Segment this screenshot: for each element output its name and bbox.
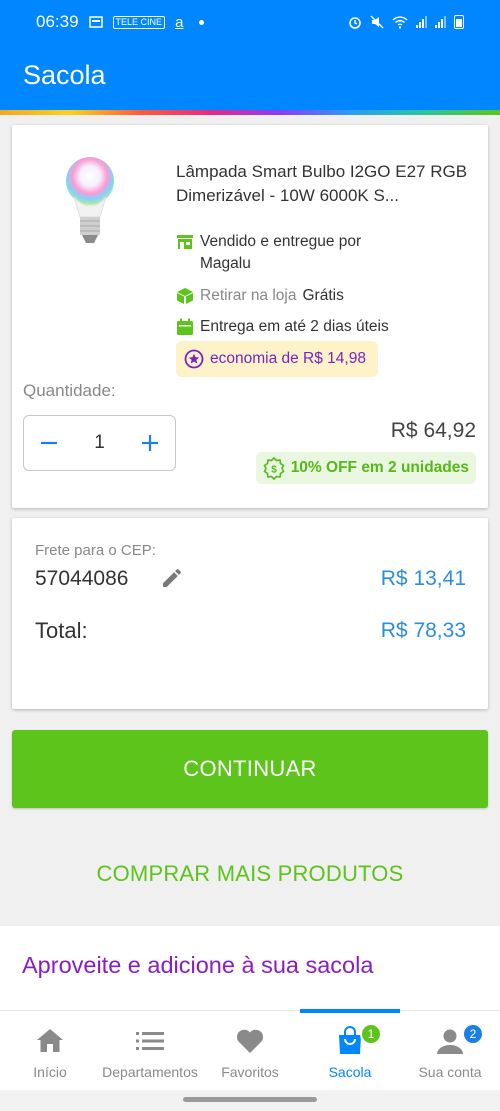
signal-1-icon xyxy=(416,16,427,28)
nav-item-home[interactable]: Início xyxy=(0,1011,100,1090)
app-header: Sacola xyxy=(0,44,500,110)
total-price: R$ 78,33 xyxy=(380,619,466,642)
product-price: R$ 64,92 xyxy=(390,419,476,442)
list-icon xyxy=(136,1032,164,1050)
nav-item-departments[interactable]: Departamentos xyxy=(100,1011,200,1090)
pickup-label: Retirar na loja xyxy=(200,287,297,304)
suggestions-section: Aproveite e adicione à sua sacola xyxy=(0,926,500,1016)
nav-label-departments: Departamentos xyxy=(102,1064,198,1080)
gallery-icon xyxy=(88,16,103,28)
status-time: 06:39 xyxy=(36,12,79,31)
gesture-area xyxy=(0,1090,500,1111)
status-bar: 06:39 TELE CINE a xyxy=(0,0,500,44)
promo-badge: $ 10% OFF em 2 unidades xyxy=(255,452,476,484)
product-image[interactable] xyxy=(60,155,120,255)
discount-tag-icon: $ xyxy=(263,456,285,480)
notification-dot-icon xyxy=(199,19,205,25)
nav-label-favorites: Favoritos xyxy=(221,1064,279,1080)
product-card: Lâmpada Smart Bulbo I2GO E27 RGB Dimeriz… xyxy=(12,125,488,508)
home-gesture-bar[interactable] xyxy=(183,1097,317,1102)
buy-more-button[interactable]: COMPRAR MAIS PRODUTOS xyxy=(0,852,500,896)
product-name[interactable]: Lâmpada Smart Bulbo I2GO E27 RGB Dimeriz… xyxy=(176,160,476,208)
account-notification-badge: 2 xyxy=(462,1023,484,1045)
promo-text: 10% OFF em 2 unidades xyxy=(290,459,469,476)
nav-item-account[interactable]: 2 Sua conta xyxy=(400,1011,500,1090)
package-icon xyxy=(177,288,193,304)
amazon-icon: a xyxy=(175,13,184,31)
user-icon xyxy=(437,1029,463,1054)
delivery-text: Entrega em até 2 dias úteis xyxy=(200,318,389,335)
quantity-label: Quantidade: xyxy=(23,381,116,400)
heart-icon xyxy=(236,1029,264,1053)
freight-card: Frete para o CEP: 57044086 R$ 13,41 Tota… xyxy=(12,518,488,709)
continue-button[interactable]: CONTINUAR xyxy=(12,730,488,808)
quantity-value[interactable]: 1 xyxy=(94,432,105,454)
status-left: 06:39 TELE CINE a xyxy=(36,12,205,32)
wifi-icon xyxy=(392,15,408,29)
economy-badge: economia de R$ 14,98 xyxy=(176,341,378,377)
bag-count-badge: 1 xyxy=(360,1023,382,1045)
freight-price: R$ 13,41 xyxy=(380,567,466,590)
nav-label-home: Início xyxy=(33,1064,67,1080)
nav-label-account: Sua conta xyxy=(418,1064,482,1080)
minus-icon xyxy=(41,441,57,445)
active-tab-indicator xyxy=(300,1009,400,1013)
nav-item-favorites[interactable]: Favoritos xyxy=(200,1011,300,1090)
decrease-quantity-button[interactable] xyxy=(38,432,60,454)
edit-cep-button[interactable] xyxy=(160,566,184,590)
battery-icon xyxy=(454,15,464,29)
calendar-icon xyxy=(177,318,193,335)
nav-item-bag[interactable]: 1 Sacola xyxy=(300,1009,400,1090)
economy-text: economia de R$ 14,98 xyxy=(210,350,366,367)
cep-label: Frete para o CEP: xyxy=(35,542,156,559)
alarm-icon xyxy=(349,17,361,29)
seller-text: Vendido e entregue por Magalu xyxy=(200,233,362,272)
status-right xyxy=(348,15,464,29)
plus-icon xyxy=(141,435,158,451)
store-icon xyxy=(177,235,193,249)
home-icon xyxy=(37,1029,63,1052)
bottom-nav: Início Departamentos Favoritos 1 Sacola … xyxy=(0,1009,500,1090)
rainbow-divider xyxy=(0,110,500,115)
page-title: Sacola xyxy=(23,60,106,90)
svg-text:$: $ xyxy=(271,465,277,476)
quantity-stepper: 1 xyxy=(23,415,176,471)
total-label: Total: xyxy=(35,618,88,643)
signal-2-icon xyxy=(435,16,446,28)
suggestions-title: Aproveite e adicione à sua sacola xyxy=(22,952,374,978)
pickup-price: Grátis xyxy=(302,287,344,304)
star-circle-icon xyxy=(184,349,204,369)
cep-value: 57044086 xyxy=(35,567,129,590)
seller-row: Vendido e entregue por Magalu xyxy=(176,231,406,275)
nav-label-bag: Sacola xyxy=(328,1064,372,1080)
increase-quantity-button[interactable] xyxy=(139,432,161,454)
tele-cine-icon: TELE CINE xyxy=(112,15,166,29)
pickup-row: Retirar na loja Grátis xyxy=(176,285,344,307)
mute-icon xyxy=(370,15,384,29)
delivery-row: Entrega em até 2 dias úteis xyxy=(176,316,389,338)
